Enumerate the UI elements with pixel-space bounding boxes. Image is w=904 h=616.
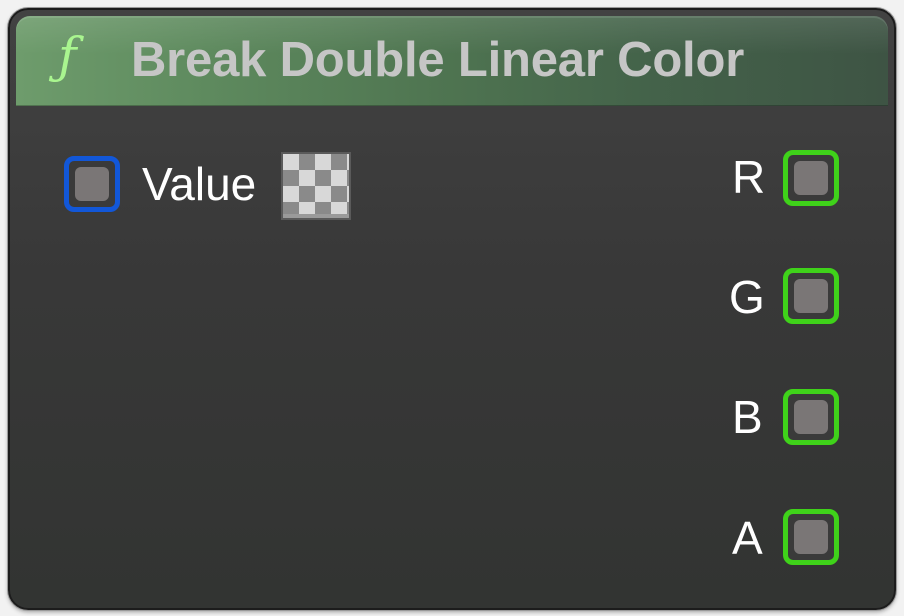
output-pin-g-core [794, 279, 828, 313]
function-icon: ƒ [58, 27, 77, 85]
output-pin-a-core [794, 520, 828, 554]
output-pin-b-core [794, 400, 828, 434]
input-pin-value[interactable] [64, 156, 120, 212]
output-pin-r[interactable] [783, 150, 839, 206]
break-double-linear-color-node[interactable]: ƒ Break Double Linear Color Value R G B … [8, 8, 896, 610]
input-pin-value-core [75, 167, 109, 201]
output-pin-r-core [794, 161, 828, 195]
output-pin-b[interactable] [783, 389, 839, 445]
output-pin-g-label: G [729, 271, 765, 323]
output-pin-g[interactable] [783, 268, 839, 324]
node-title: Break Double Linear Color [131, 33, 745, 87]
output-pin-a[interactable] [783, 509, 839, 565]
output-pin-r-label: R [732, 151, 766, 203]
output-pin-a-label: A [732, 512, 763, 564]
input-pin-value-label: Value [142, 158, 257, 210]
output-pin-b-label: B [732, 391, 763, 443]
color-swatch[interactable] [281, 152, 351, 220]
